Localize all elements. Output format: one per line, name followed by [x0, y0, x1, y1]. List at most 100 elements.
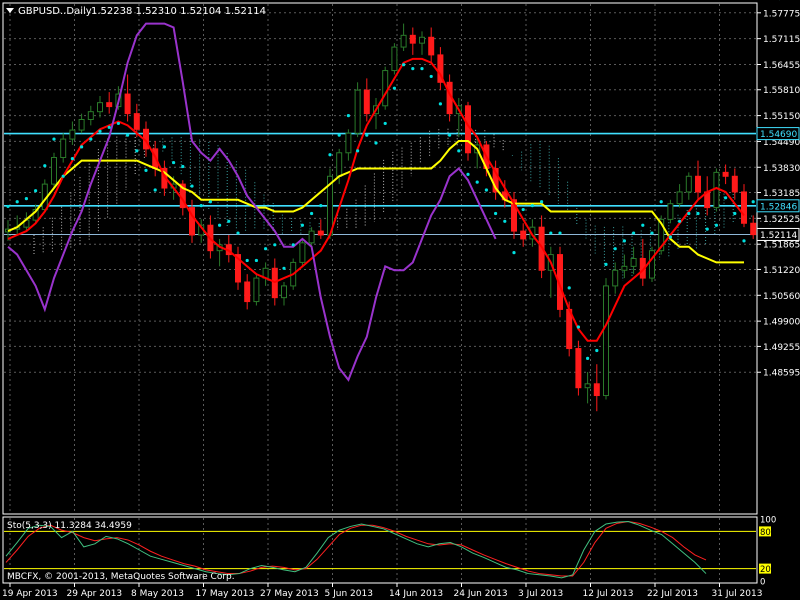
psar-dot	[530, 204, 535, 208]
psar-dot	[15, 200, 19, 204]
psar-dot	[383, 121, 387, 126]
psar-dot	[181, 164, 185, 169]
candle-body	[133, 113, 140, 130]
psar-dot	[337, 133, 341, 137]
y-tick-label: 1.56455	[763, 61, 800, 71]
x-tick-label: 19 Apr 2013	[2, 589, 58, 599]
candle-body	[244, 281, 251, 303]
psar-dot	[61, 174, 65, 178]
candle-body	[419, 36, 425, 44]
psar-dot	[696, 211, 700, 216]
psar-dot	[319, 204, 323, 208]
psar-dot	[43, 164, 47, 168]
y-tick-label: 1.57115	[763, 35, 800, 45]
price-marker-label: 1.54690	[760, 130, 797, 140]
candle-body	[741, 191, 747, 224]
psar-dot	[724, 196, 728, 200]
psar-dot	[503, 219, 507, 223]
psar-dot	[34, 189, 38, 193]
candle-body	[667, 203, 674, 220]
psar-dot	[135, 149, 139, 153]
candle-body	[520, 230, 527, 240]
psar-dot	[714, 223, 719, 227]
psar-dot	[24, 196, 28, 201]
y-tick-label: 1.52525	[763, 215, 800, 225]
candle-body	[465, 105, 471, 154]
candle-body	[603, 285, 609, 397]
x-tick-label: 29 Apr 2013	[67, 589, 123, 599]
x-tick-label: 12 Jul 2013	[583, 589, 634, 599]
psar-dot	[678, 219, 682, 223]
x-tick-label: 8 May 2013	[131, 589, 184, 599]
candle-body	[713, 171, 720, 209]
candle-body	[621, 265, 628, 271]
psar-dot	[494, 211, 498, 216]
psar-dot	[457, 149, 461, 153]
stochastic-tick-label: 80	[760, 528, 771, 538]
stochastic-tick-label: 20	[760, 565, 771, 575]
y-tick-label: 1.49255	[763, 343, 800, 353]
candle-body	[336, 152, 343, 177]
candle-body	[253, 277, 260, 303]
psar-dot	[659, 200, 663, 204]
candle-body	[428, 36, 435, 56]
psar-dot	[374, 141, 378, 145]
y-tick-label: 1.48595	[763, 369, 800, 379]
psar-dot	[107, 125, 111, 129]
psar-dot	[6, 204, 10, 209]
psar-dot	[291, 243, 295, 247]
candle-body	[612, 269, 619, 287]
psar-dot	[641, 223, 645, 227]
price-axis: 1.577751.571151.564551.558101.551501.544…	[757, 9, 800, 379]
psar-dot	[89, 137, 93, 141]
psar-dot	[402, 63, 406, 67]
ohlc-values: 1.52238 1.52310 1.52104 1.52114	[91, 6, 266, 17]
psar-dot	[199, 204, 203, 208]
candle-body	[722, 171, 729, 177]
candle-body	[60, 138, 67, 158]
psar-dot	[632, 231, 636, 235]
candle-body	[354, 89, 361, 134]
candle-body	[731, 175, 738, 193]
psar-dot	[475, 180, 479, 184]
psar-dot	[264, 247, 268, 251]
psar-dot	[172, 160, 176, 165]
psar-dot	[567, 286, 571, 290]
psar-dot	[126, 133, 130, 137]
candle-body	[382, 70, 389, 107]
psar-dot	[448, 133, 452, 137]
psar-dot	[98, 129, 102, 133]
psar-dot	[162, 145, 166, 149]
psar-dot	[622, 239, 627, 243]
candle-body	[593, 383, 600, 397]
stochastic-label: Sto(5,3,3) 11.3284 34.4959	[7, 521, 132, 531]
candle-body	[750, 222, 757, 236]
copyright-text: MBCFX, © 2001-2013, MetaQuotes Software …	[7, 572, 235, 582]
candle-body	[630, 258, 637, 267]
psar-dot	[227, 219, 231, 223]
candle-body	[97, 102, 103, 113]
psar-dot	[549, 231, 553, 235]
y-tick-label: 1.50560	[763, 292, 800, 302]
psar-dot	[733, 211, 737, 216]
symbol-label: GBPUSD..Daily	[18, 6, 92, 17]
psar-dot	[420, 67, 424, 71]
candle-body	[695, 175, 701, 193]
psar-dot	[705, 227, 709, 231]
x-tick-label: 17 May 2013	[196, 589, 255, 599]
psar-dot	[52, 137, 56, 141]
psar-dot	[586, 356, 590, 360]
psar-dot	[429, 74, 433, 79]
psar-dot	[365, 133, 369, 137]
psar-dot	[751, 200, 755, 204]
psar-dot	[540, 200, 544, 204]
psar-dot	[668, 235, 673, 239]
candle-body	[409, 34, 416, 44]
psar-dot	[208, 200, 212, 204]
candle-body	[584, 383, 591, 389]
candle-body	[299, 242, 306, 263]
psar-dot	[153, 188, 157, 192]
psar-dot	[70, 157, 74, 161]
candle-body	[308, 230, 315, 244]
candle-body	[317, 230, 324, 236]
